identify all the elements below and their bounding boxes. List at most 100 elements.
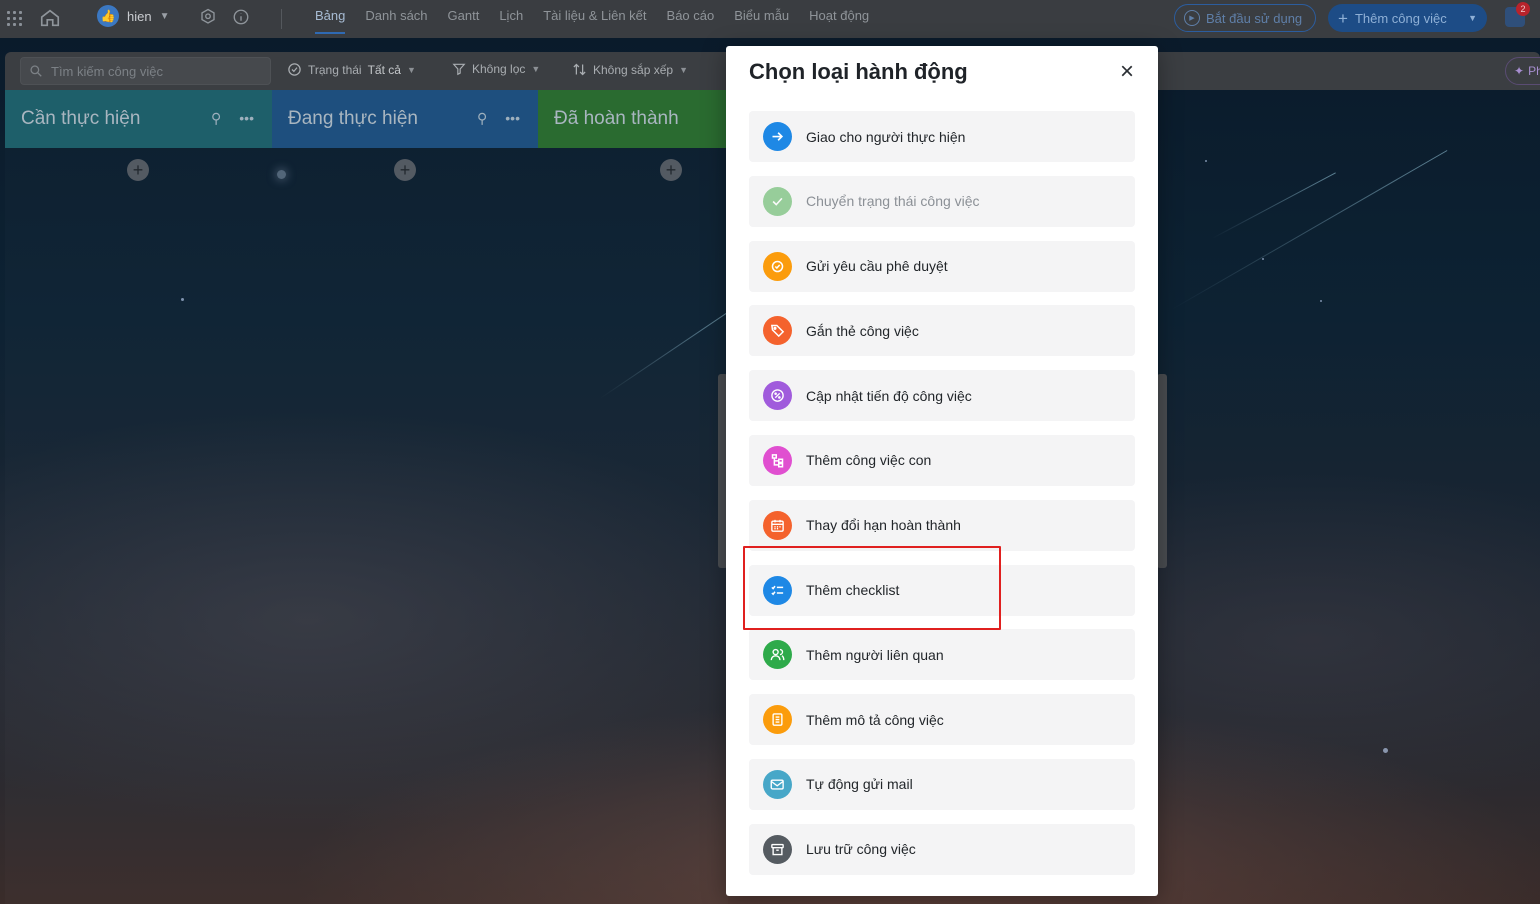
- sparkle-icon: ✦: [1514, 64, 1525, 78]
- search-input[interactable]: Tìm kiếm công việc: [20, 57, 271, 85]
- mail-icon: [763, 769, 792, 799]
- approval-icon: [763, 251, 792, 281]
- more-icon[interactable]: •••: [239, 110, 254, 127]
- column-title: Cần thực hiện: [21, 108, 141, 129]
- chevron-down-icon: ▼: [159, 10, 170, 22]
- option-change-status[interactable]: Chuyển trạng thái công việc: [749, 175, 1135, 227]
- subtask-icon: [763, 445, 792, 475]
- check-circle-icon: [288, 63, 301, 76]
- sort-label: Không sắp xếp: [593, 62, 674, 77]
- column-header: Cần thực hiện ⚲ •••: [5, 90, 272, 148]
- chevron-down-icon: ▼: [679, 64, 688, 75]
- action-options: Giao cho người thực hiện Chuyển trạng th…: [749, 111, 1135, 889]
- more-icon[interactable]: •••: [505, 110, 520, 127]
- automation-chip[interactable]: ✦ Ph: [1505, 57, 1540, 85]
- apps-grid-icon[interactable]: [7, 11, 23, 27]
- option-approval-request[interactable]: Gửi yêu cầu phê duyệt: [749, 240, 1135, 292]
- board-column: Đang thực hiện ⚲ ••• +: [272, 90, 538, 904]
- avatar: 👍: [97, 5, 119, 27]
- user-menu[interactable]: 👍 hien ▼: [97, 5, 169, 27]
- option-label: Giao cho người thực hiện: [806, 128, 966, 145]
- option-description[interactable]: Thêm mô tả công việc: [749, 694, 1135, 746]
- automation-icon[interactable]: ⚲: [211, 110, 221, 127]
- column-body: [272, 148, 538, 904]
- info-icon[interactable]: [232, 8, 250, 26]
- option-label: Gửi yêu cầu phê duyệt: [806, 258, 948, 275]
- users-icon: [763, 640, 792, 670]
- document-icon: [763, 705, 792, 735]
- option-label: Tự động gửi mail: [806, 776, 913, 793]
- tab-activity[interactable]: Hoạt động: [799, 0, 879, 38]
- add-task-label: Thêm công việc: [1354, 10, 1447, 26]
- column-body: [538, 148, 728, 904]
- automation-icon[interactable]: ⚲: [477, 110, 487, 127]
- option-label: Thêm mô tả công việc: [806, 711, 944, 728]
- status-filter[interactable]: Trạng thái Tất cả ▼: [287, 62, 416, 77]
- search-icon: [30, 65, 42, 77]
- action-type-modal: Chọn loại hành động × Giao cho người thự…: [726, 46, 1158, 896]
- option-assign[interactable]: Giao cho người thực hiện: [749, 111, 1135, 162]
- option-add-followers[interactable]: Thêm người liên quan: [749, 629, 1135, 681]
- add-card-button[interactable]: +: [660, 159, 682, 181]
- add-task-button[interactable]: + Thêm công việc ▼: [1328, 4, 1487, 32]
- top-bar: 👍 hien ▼ Bảng Danh sách Gantt Lịch Tài l…: [0, 0, 1540, 38]
- option-label: Lưu trữ công việc: [806, 841, 916, 858]
- tab-calendar[interactable]: Lịch: [489, 0, 533, 38]
- archive-icon: [763, 834, 792, 864]
- scroll-handle: [1157, 374, 1167, 568]
- option-label: Thêm người liên quan: [806, 646, 944, 663]
- status-filter-label: Trạng thái: [308, 62, 362, 77]
- tab-forms[interactable]: Biểu mẫu: [724, 0, 799, 38]
- tag-icon: [763, 316, 792, 346]
- tab-documents[interactable]: Tài liệu & Liên kết: [533, 0, 656, 38]
- automation-chip-label: Ph: [1528, 64, 1540, 78]
- option-label: Thêm checklist: [806, 582, 900, 599]
- status-filter-value: Tất cả: [367, 62, 401, 77]
- search-placeholder: Tìm kiếm công việc: [51, 63, 163, 79]
- filter-label: Không lọc: [472, 62, 526, 76]
- view-tabs: Bảng Danh sách Gantt Lịch Tài liệu & Liê…: [305, 0, 879, 38]
- chevron-down-icon[interactable]: ▼: [1468, 13, 1477, 23]
- chevron-down-icon: ▼: [406, 64, 416, 75]
- add-card-button[interactable]: +: [127, 159, 149, 181]
- sort-dropdown[interactable]: Không sắp xếp ▼: [572, 62, 688, 77]
- option-due-date[interactable]: Thay đổi hạn hoàn thành: [749, 499, 1135, 551]
- option-archive[interactable]: Lưu trữ công việc: [749, 823, 1135, 875]
- user-name: hien: [127, 8, 152, 24]
- get-started-button[interactable]: ▶ Bắt đầu sử dụng: [1174, 4, 1316, 32]
- divider: [281, 9, 282, 29]
- tab-reports[interactable]: Báo cáo: [657, 0, 725, 38]
- column-body: [5, 148, 272, 904]
- option-progress[interactable]: Cập nhật tiến độ công việc: [749, 370, 1135, 422]
- gear-icon[interactable]: [199, 7, 217, 27]
- column-header: Đã hoàn thành: [538, 90, 728, 148]
- tab-gantt[interactable]: Gantt: [438, 0, 490, 38]
- filter-icon: [452, 63, 466, 76]
- modal-title: Chọn loại hành động: [749, 59, 968, 84]
- board-column: Đã hoàn thành +: [538, 90, 728, 904]
- arrow-right-icon: [763, 122, 792, 151]
- column-header: Đang thực hiện ⚲ •••: [272, 90, 538, 148]
- check-icon: [763, 186, 792, 216]
- column-title: Đã hoàn thành: [554, 108, 679, 129]
- checklist-icon: [763, 575, 792, 605]
- column-title: Đang thực hiện: [288, 108, 418, 129]
- get-started-label: Bắt đầu sử dụng: [1206, 10, 1303, 26]
- home-icon[interactable]: [38, 6, 62, 30]
- board-column: Cần thực hiện ⚲ ••• +: [5, 90, 272, 904]
- option-label: Cập nhật tiến độ công việc: [806, 387, 972, 404]
- filter-dropdown[interactable]: Không lọc ▼: [452, 62, 540, 76]
- option-label: Thay đổi hạn hoàn thành: [806, 517, 961, 534]
- option-label: Gắn thẻ công việc: [806, 322, 919, 339]
- option-add-checklist[interactable]: Thêm checklist: [749, 564, 1135, 616]
- option-tag[interactable]: Gắn thẻ công việc: [749, 305, 1135, 357]
- option-auto-mail[interactable]: Tự động gửi mail: [749, 758, 1135, 810]
- close-icon[interactable]: ×: [1116, 60, 1138, 84]
- notification-badge: 2: [1516, 2, 1530, 16]
- tab-board[interactable]: Bảng: [305, 0, 355, 38]
- percent-icon: [763, 381, 792, 411]
- sort-icon: [573, 63, 586, 76]
- tab-list[interactable]: Danh sách: [355, 0, 437, 38]
- option-subtask[interactable]: Thêm công việc con: [749, 434, 1135, 486]
- add-card-button[interactable]: +: [394, 159, 416, 181]
